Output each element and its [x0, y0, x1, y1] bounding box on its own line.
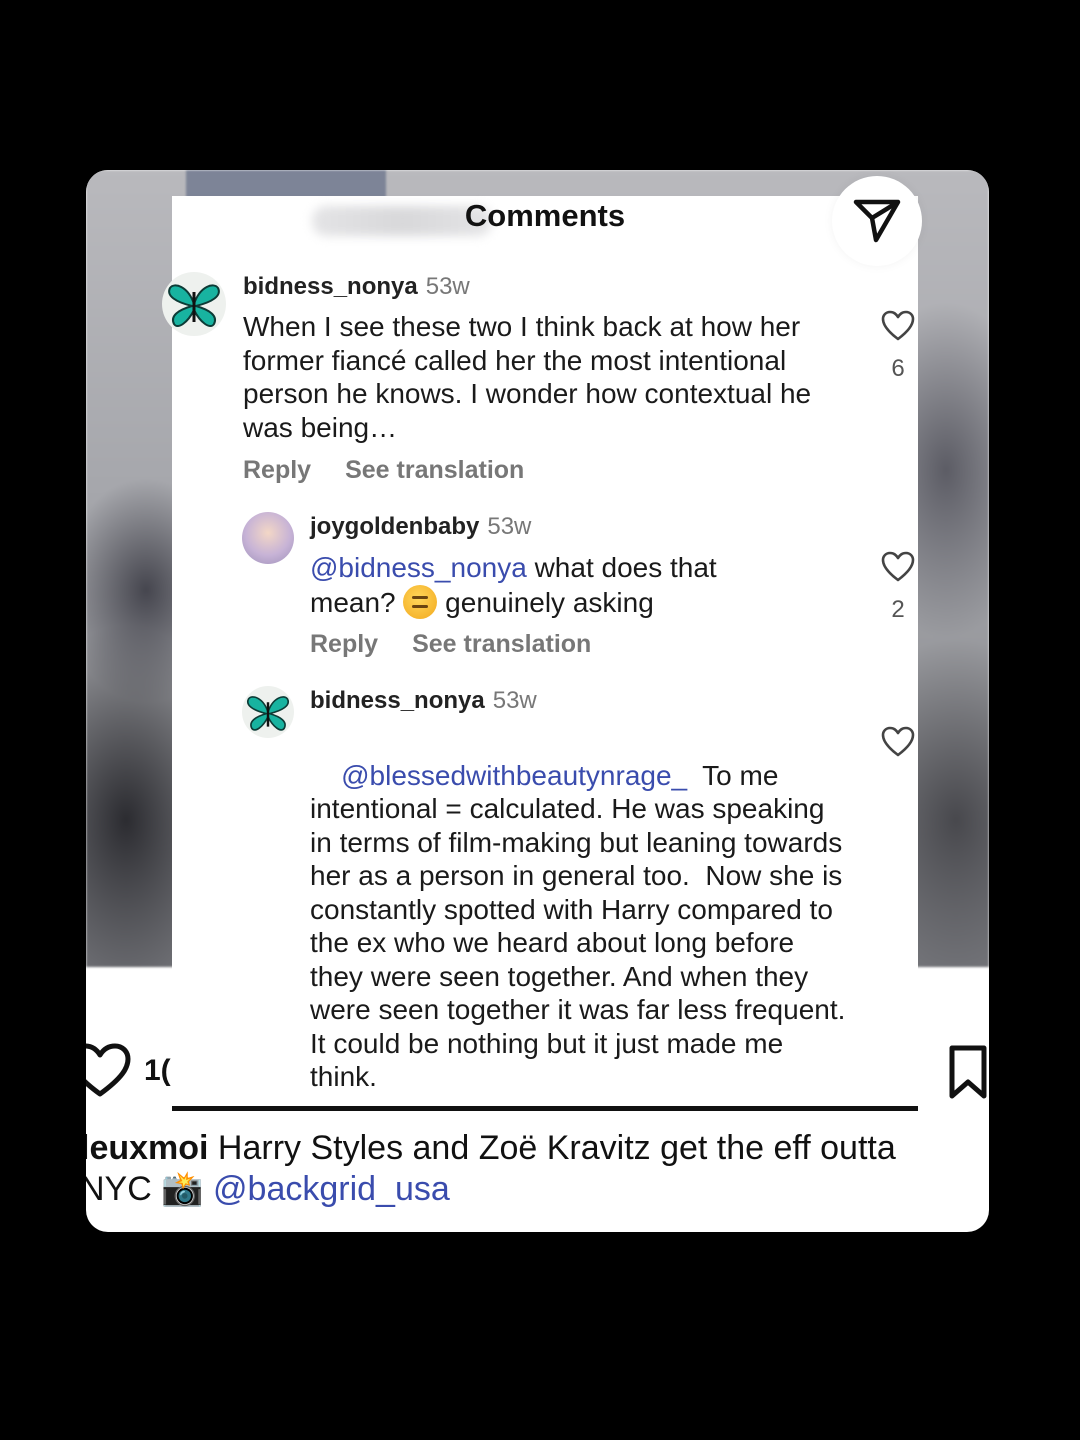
- comment-body: When I see these two I think back at how…: [243, 311, 812, 443]
- post-caption: leuxmoi Harry Styles and Zoë Kravitz get…: [86, 1128, 989, 1210]
- comment-username[interactable]: bidness_nonya: [310, 687, 485, 714]
- sheet-title: Comments: [464, 198, 626, 233]
- comment-text: @bidness_nonya what does that mean? genu…: [310, 551, 770, 619]
- comment-username[interactable]: joygoldenbaby: [310, 513, 479, 540]
- comment-like-count: 2: [891, 596, 905, 623]
- avatar-bidness-nonya[interactable]: [162, 272, 226, 336]
- comment-meta: bidness_nonya 53w: [310, 687, 537, 715]
- reply-button[interactable]: Reply: [310, 630, 378, 658]
- comment-meta: joygoldenbaby 53w: [310, 513, 531, 541]
- comment-text: When I see these two I think back at how…: [243, 310, 843, 444]
- comments-sheet: Comments bidness_nonya 53w When I see the…: [162, 176, 922, 1109]
- comment-time: 53w: [487, 513, 532, 540]
- caption-text: Harry Styles and Zoë Kravitz get the eff…: [208, 1129, 896, 1167]
- post-like-count: 1(: [144, 1054, 171, 1087]
- reply-button[interactable]: Reply: [243, 456, 311, 484]
- comment-body-end: genuinely asking: [437, 586, 654, 618]
- heart-icon[interactable]: [880, 551, 916, 583]
- send-icon[interactable]: [852, 198, 902, 244]
- caption-mention[interactable]: @backgrid_usa: [204, 1170, 450, 1208]
- avatar-bidness-nonya[interactable]: [242, 686, 294, 738]
- comment-time: 53w: [492, 687, 537, 714]
- comment-actions: Reply See translation: [243, 456, 524, 485]
- heart-icon[interactable]: [86, 1042, 132, 1098]
- heart-icon[interactable]: [880, 726, 916, 758]
- caption-text-line2: NYC: [86, 1170, 162, 1208]
- comment-like: [876, 726, 920, 763]
- comment-meta: bidness_nonya 53w: [243, 273, 470, 301]
- butterfly-icon: [168, 284, 220, 328]
- comment-time: 53w: [425, 273, 470, 300]
- comment-like-count: 6: [891, 355, 905, 382]
- butterfly-icon: [246, 696, 290, 731]
- comment-text: @blessedwithbeautynrage_ To me intention…: [310, 725, 850, 1127]
- see-translation-button[interactable]: See translation: [412, 630, 591, 658]
- comment-username[interactable]: bidness_nonya: [243, 273, 418, 300]
- heart-icon[interactable]: [880, 310, 916, 342]
- sheet-bottom-border: [172, 1106, 918, 1111]
- comment-body: To me intentional = calculated. He was s…: [310, 759, 854, 1093]
- comment-mention[interactable]: @blessedwithbeautynrage_: [341, 760, 687, 791]
- avatar-joygoldenbaby[interactable]: [242, 512, 294, 564]
- see-translation-button[interactable]: See translation: [345, 456, 524, 484]
- camera-flash-emoji: 📸: [161, 1170, 204, 1208]
- comment-like: 6: [876, 310, 920, 383]
- thinking-face-emoji: [403, 584, 438, 619]
- comment-like: 2: [876, 551, 920, 624]
- comment-mention[interactable]: @bidness_nonya: [310, 552, 527, 583]
- comment-actions: Reply See translation: [310, 630, 591, 659]
- bookmark-icon[interactable]: [948, 1044, 988, 1100]
- caption-username[interactable]: leuxmoi: [86, 1129, 208, 1167]
